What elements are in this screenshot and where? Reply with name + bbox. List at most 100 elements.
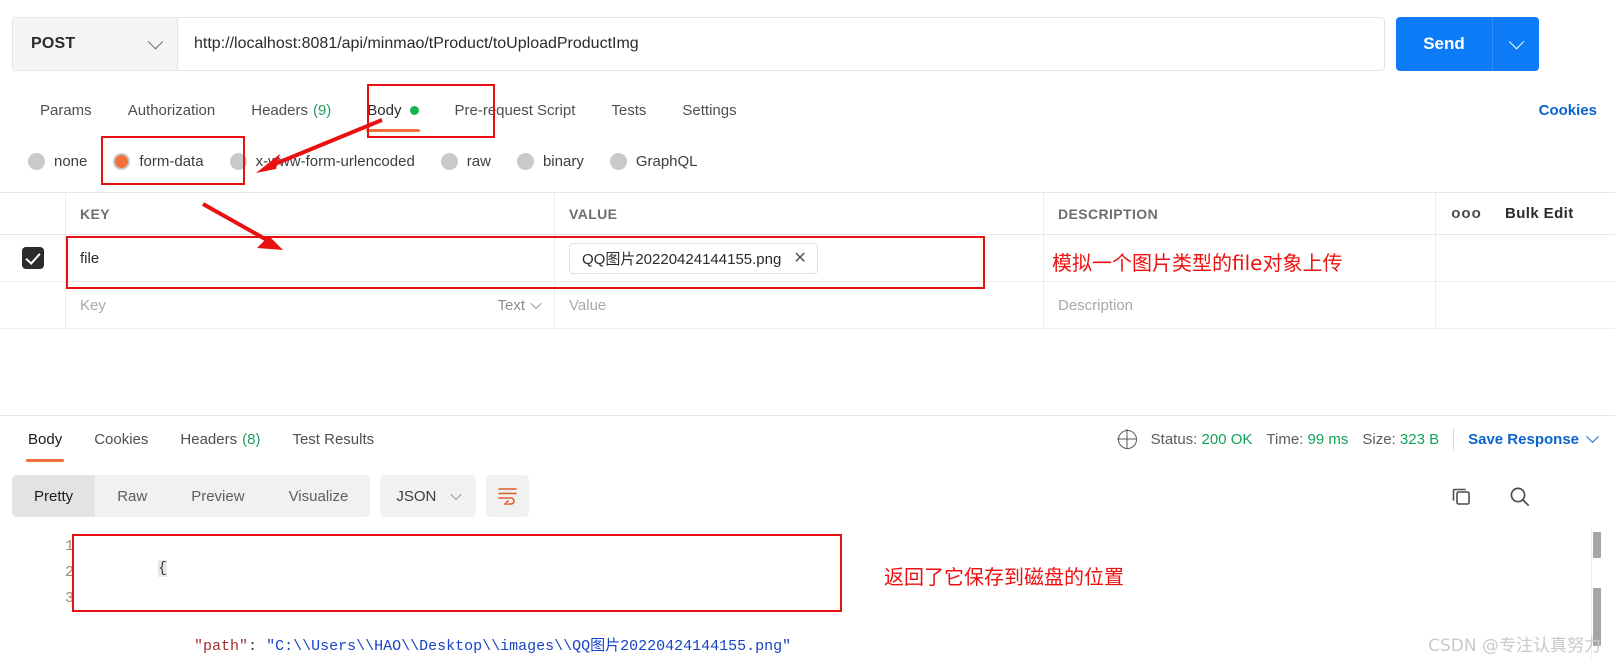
body-type-raw[interactable]: raw [435, 152, 503, 170]
row-value-cell[interactable]: QQ图片20220424144155.png ✕ [555, 235, 1044, 281]
send-options-button[interactable] [1492, 17, 1539, 71]
empty-row-bulk-spacer [1497, 282, 1615, 328]
row-key-cell[interactable]: file [66, 235, 555, 281]
language-label: JSON [396, 487, 437, 505]
empty-row-options-spacer [1435, 282, 1497, 328]
tab-label: Body [28, 430, 63, 448]
format-visualize[interactable]: Visualize [267, 475, 371, 517]
code-line-1: { [86, 530, 791, 608]
save-response-label: Save Response [1468, 430, 1579, 448]
body-type-radio-group: none form-data x-www-form-urlencoded raw… [0, 140, 1615, 182]
key-placeholder: Key [80, 296, 106, 314]
response-action-icons [1450, 475, 1531, 517]
tab-label: Pre-request Script [454, 101, 576, 119]
url-input[interactable]: http://localhost:8081/api/minmao/tProduc… [178, 18, 1384, 70]
json-key: "path" [194, 638, 249, 655]
body-type-binary[interactable]: binary [511, 152, 596, 170]
send-button[interactable]: Send [1396, 17, 1492, 71]
response-status-bar: Status: 200 OK Time: 99 ms Size: 323 B S… [1117, 416, 1599, 462]
table-row: Key Text Value Description [0, 282, 1615, 329]
form-data-table: KEY VALUE DESCRIPTION ooo Bulk Edit file… [0, 192, 1615, 329]
size-value: 323 B [1399, 430, 1440, 448]
radio-label: x-www-form-urlencoded [255, 152, 415, 170]
checkbox-column-header [0, 193, 66, 234]
response-scrollbar-thumb[interactable] [1593, 532, 1601, 558]
radio-icon [516, 152, 534, 170]
tab-count: (8) [242, 430, 261, 448]
tab-headers[interactable]: Headers (9) [233, 88, 349, 132]
tab-tests[interactable]: Tests [593, 88, 664, 132]
save-response-button[interactable]: Save Response [1468, 429, 1599, 448]
line-number: 3 [64, 590, 74, 607]
radio-label: none [54, 152, 88, 170]
wrap-lines-button[interactable] [486, 475, 530, 517]
status-group: Status: 200 OK [1151, 431, 1253, 448]
body-type-graphql[interactable]: GraphQL [604, 152, 710, 170]
tab-authorization[interactable]: Authorization [110, 88, 234, 132]
radio-label: raw [466, 152, 491, 170]
line-number: 2 [64, 564, 74, 581]
radio-icon [229, 152, 247, 170]
empty-row-key-cell[interactable]: Key Text [66, 282, 555, 328]
copy-button[interactable] [1450, 485, 1472, 507]
body-active-dot-icon [409, 105, 419, 115]
radio-label: binary [542, 152, 584, 170]
status-label: Status: [1150, 430, 1198, 448]
value-type-selector[interactable]: Text [497, 296, 542, 314]
response-tab-headers[interactable]: Headers (8) [164, 416, 276, 462]
time-value: 99 ms [1307, 430, 1349, 448]
watermark: CSDN @专注认真努力 [1428, 636, 1601, 656]
response-tab-body[interactable]: Body [12, 416, 78, 462]
wrap-lines-icon [498, 487, 518, 505]
http-method-selector[interactable]: POST [13, 18, 178, 70]
row-description-cell[interactable] [1044, 235, 1435, 281]
table-row: file QQ图片20220424144155.png ✕ [0, 235, 1615, 282]
open-brace: { [158, 560, 168, 577]
language-selector[interactable]: JSON [380, 475, 477, 517]
radio-label: GraphQL [635, 152, 698, 170]
file-chip[interactable]: QQ图片20220424144155.png ✕ [569, 242, 818, 274]
body-type-none[interactable]: none [22, 152, 99, 170]
postman-window: POST http://localhost:8081/api/minmao/tP… [0, 0, 1615, 664]
tab-label: Tests [611, 101, 647, 119]
code-content[interactable]: { "path": "C:\\Users\\HAO\\Desktop\\imag… [86, 530, 791, 664]
body-type-form-data[interactable]: form-data [107, 152, 215, 170]
url-bar: POST http://localhost:8081/api/minmao/tP… [12, 17, 1385, 71]
json-colon: : [248, 638, 267, 655]
response-body-code: 1 2 3 { "path": "C:\\Users\\HAO\\Desktop… [12, 530, 1572, 655]
status-value: 200 OK [1201, 430, 1253, 448]
response-tab-test-results[interactable]: Test Results [276, 416, 390, 462]
value-column-header: VALUE [555, 193, 1044, 234]
radio-selected-icon [113, 152, 131, 170]
search-icon [1510, 487, 1530, 506]
empty-row-description-cell[interactable]: Description [1044, 282, 1435, 328]
tab-label: Params [40, 101, 92, 119]
key-column-header: KEY [66, 193, 555, 234]
response-tab-cookies[interactable]: Cookies [78, 416, 164, 462]
chevron-down-icon [1586, 429, 1599, 443]
description-column-header: DESCRIPTION [1058, 205, 1159, 222]
format-raw[interactable]: Raw [95, 475, 169, 517]
tab-body[interactable]: Body [349, 88, 436, 132]
format-pretty[interactable]: Pretty [12, 475, 96, 517]
cookies-link[interactable]: Cookies [1539, 88, 1597, 132]
remove-file-icon[interactable]: ✕ [793, 248, 806, 268]
empty-row-value-cell[interactable]: Value [555, 282, 1044, 328]
globe-icon [1117, 429, 1137, 449]
format-preview[interactable]: Preview [169, 475, 266, 517]
tab-settings[interactable]: Settings [664, 88, 754, 132]
row-checkbox[interactable] [21, 247, 44, 269]
radio-icon [609, 152, 627, 170]
body-type-urlencoded[interactable]: x-www-form-urlencoded [224, 152, 427, 170]
value-type-label: Text [497, 296, 525, 314]
response-format-bar: Pretty Raw Preview Visualize JSON [12, 475, 530, 517]
bulk-edit-button[interactable]: Bulk Edit [1497, 193, 1615, 234]
search-button[interactable] [1508, 485, 1531, 508]
tab-label: Settings [682, 101, 737, 119]
tab-params[interactable]: Params [22, 88, 110, 132]
chevron-down-icon [1508, 33, 1524, 49]
tab-pre-request-script[interactable]: Pre-request Script [437, 88, 594, 132]
tab-label: Authorization [127, 101, 216, 119]
more-options-icon[interactable]: ooo [1435, 193, 1497, 234]
